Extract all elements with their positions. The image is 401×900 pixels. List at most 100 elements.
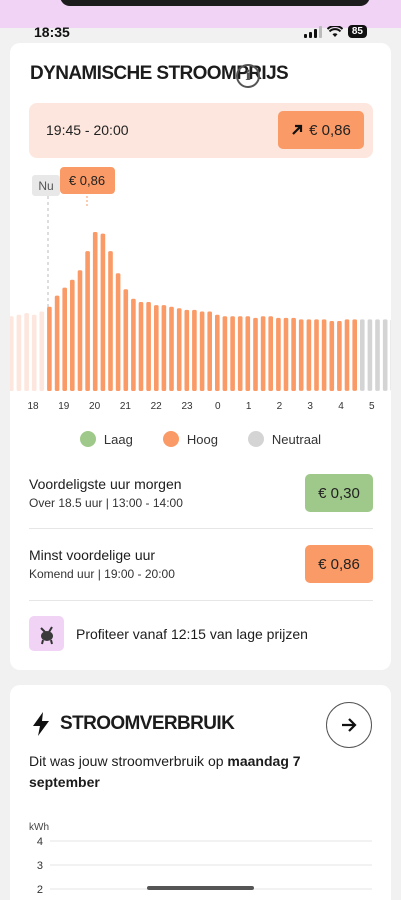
- price-bar[interactable]: [39, 311, 45, 392]
- usage-description-prefix: Dit was jouw stroomverbruik op: [29, 753, 224, 769]
- price-bar[interactable]: [10, 316, 14, 391]
- price-bar[interactable]: [100, 233, 106, 391]
- arrow-right-icon: [342, 718, 357, 732]
- promo-row[interactable]: Profiteer vanaf 12:15 van lage prijzen: [29, 616, 308, 651]
- price-bar[interactable]: [298, 319, 304, 391]
- cheapest-hour-price: € 0,30: [305, 474, 373, 512]
- price-bar[interactable]: [367, 319, 373, 391]
- price-bar[interactable]: [47, 306, 52, 391]
- price-bar[interactable]: [169, 306, 174, 391]
- mascot-icon: [29, 616, 64, 651]
- bars-group: [10, 232, 391, 391]
- price-bar[interactable]: [337, 321, 342, 391]
- home-indicator: [147, 886, 254, 890]
- usage-unit-label: kWh: [29, 822, 49, 833]
- legend-item-hoog: Hoog: [162, 431, 218, 447]
- price-bar[interactable]: [16, 314, 22, 391]
- price-bar[interactable]: [329, 321, 335, 391]
- price-bar[interactable]: [237, 316, 243, 391]
- price-bar[interactable]: [321, 319, 327, 391]
- price-bar[interactable]: [253, 317, 258, 391]
- price-bar[interactable]: [62, 287, 67, 391]
- selected-slot-price: € 0,86: [278, 111, 364, 149]
- legend-dot-neutraal: [247, 431, 264, 447]
- price-bar[interactable]: [230, 316, 235, 391]
- x-tick-label: 18: [27, 401, 39, 412]
- price-bar[interactable]: [291, 317, 296, 391]
- selected-slot-price-value: € 0,86: [309, 121, 351, 139]
- most-expensive-hour-row: Minst voordelige uur Komend uur | 19:00 …: [29, 545, 373, 583]
- legend-dot-hoog: [162, 431, 179, 447]
- price-bar[interactable]: [77, 270, 83, 391]
- price-bar[interactable]: [375, 319, 380, 391]
- price-bar[interactable]: [207, 311, 212, 392]
- price-bar[interactable]: [382, 319, 388, 391]
- x-tick-label: 20: [89, 401, 101, 412]
- promo-text: Profiteer vanaf 12:15 van lage prijzen: [76, 625, 308, 642]
- price-bar[interactable]: [161, 305, 167, 391]
- price-bar[interactable]: [245, 316, 251, 391]
- legend-item-neutraal: Neutraal: [247, 431, 321, 447]
- price-bar[interactable]: [283, 317, 289, 391]
- price-bar[interactable]: [360, 319, 365, 391]
- price-bar[interactable]: [199, 311, 205, 392]
- price-bar[interactable]: [222, 316, 228, 391]
- wifi-icon: [326, 25, 343, 37]
- legend-dot-laag: [79, 431, 96, 447]
- price-bar[interactable]: [146, 302, 151, 391]
- selected-slot-box: 19:45 - 20:00 € 0,86: [29, 103, 373, 158]
- status-icons: 85: [303, 25, 367, 38]
- info-icon[interactable]: i: [236, 64, 260, 88]
- x-tick-label: 21: [120, 401, 132, 412]
- price-bar[interactable]: [390, 319, 392, 391]
- legend-label-hoog: Hoog: [186, 431, 218, 447]
- price-bar[interactable]: [306, 319, 312, 391]
- x-tick-label: 0: [215, 401, 221, 412]
- usage-card-title: STROOMVERBRUIK: [60, 713, 235, 734]
- price-bar[interactable]: [108, 251, 113, 391]
- price-bar[interactable]: [344, 319, 350, 391]
- arrow-up-right-icon: [292, 124, 303, 135]
- price-chart[interactable]: Nu € 0,86 18 19 20 21 22 23 0 1 2 3 4 5: [10, 163, 391, 418]
- x-tick-label: 19: [58, 401, 70, 412]
- signal-icon: [303, 25, 322, 38]
- bolt-icon: [33, 712, 49, 736]
- price-bar[interactable]: [54, 295, 60, 391]
- most-expensive-hour-price: € 0,86: [305, 545, 373, 583]
- status-time: 18:35: [34, 24, 70, 40]
- now-label: Nu: [38, 179, 53, 193]
- price-bar[interactable]: [268, 316, 273, 391]
- x-tick-label: 4: [338, 401, 344, 412]
- price-bar[interactable]: [184, 309, 190, 391]
- price-bar[interactable]: [31, 314, 37, 391]
- price-bar[interactable]: [24, 313, 29, 391]
- price-bar[interactable]: [276, 317, 281, 391]
- usage-description: Dit was jouw stroomverbruik op maandag 7…: [29, 751, 359, 793]
- chart-legend: Laag Hoog Neutraal: [10, 431, 391, 447]
- selected-slot-time: 19:45 - 20:00: [46, 122, 129, 138]
- usage-y-tick: 4: [37, 836, 43, 848]
- price-bar[interactable]: [154, 305, 159, 391]
- price-bar[interactable]: [192, 309, 197, 391]
- x-tick-label: 23: [181, 401, 193, 412]
- tooltip-price: € 0,86: [69, 173, 105, 188]
- price-bar[interactable]: [352, 319, 357, 391]
- price-bar[interactable]: [123, 289, 129, 391]
- price-bar[interactable]: [115, 273, 121, 391]
- price-bar[interactable]: [138, 302, 144, 391]
- divider: [29, 528, 373, 529]
- price-bar[interactable]: [70, 279, 75, 391]
- price-bar[interactable]: [92, 232, 98, 391]
- cheapest-hour-row: Voordeligste uur morgen Over 18.5 uur | …: [29, 474, 373, 512]
- top-pill: [60, 0, 370, 6]
- price-bar[interactable]: [131, 298, 136, 391]
- usage-details-button[interactable]: [326, 702, 372, 748]
- status-bar: 18:35 85: [0, 22, 401, 42]
- price-bar[interactable]: [176, 308, 182, 391]
- price-bar[interactable]: [314, 319, 319, 391]
- price-bar[interactable]: [215, 314, 220, 391]
- usage-card: STROOMVERBRUIK Dit was jouw stroomverbru…: [10, 685, 391, 900]
- price-bar[interactable]: [260, 316, 266, 391]
- price-bar[interactable]: [85, 251, 90, 391]
- x-ticks-group: 18 19 20 21 22 23 0 1 2 3 4 5: [27, 401, 375, 412]
